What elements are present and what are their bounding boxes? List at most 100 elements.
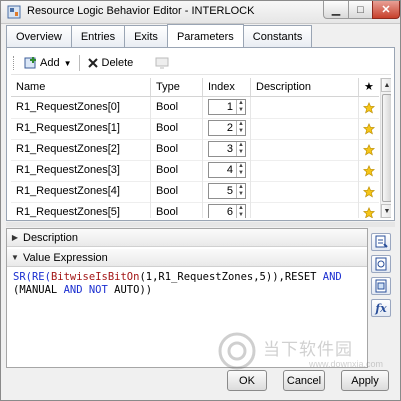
editor-window: Resource Logic Behavior Editor - INTERLO… bbox=[0, 0, 401, 401]
table-row[interactable]: R1_RequestZones[1] Bool 2 ▲ ▼ bbox=[11, 118, 379, 140]
parameters-panel: Add ▼ Delete Name Type Index Description… bbox=[6, 47, 395, 221]
param-type-cell[interactable]: Bool bbox=[151, 118, 203, 139]
stepper-arrows-icon[interactable]: ▲ ▼ bbox=[236, 100, 245, 114]
param-name-cell[interactable]: R1_RequestZones[2] bbox=[11, 139, 151, 160]
tab-parameters[interactable]: Parameters bbox=[166, 24, 244, 48]
scroll-thumb[interactable] bbox=[382, 94, 391, 202]
toolbar-grip[interactable] bbox=[13, 56, 17, 70]
expression-tools: fx bbox=[371, 233, 393, 321]
table-row[interactable]: R1_RequestZones[0] Bool 1 ▲ ▼ bbox=[11, 97, 379, 119]
delete-button[interactable]: Delete bbox=[84, 53, 137, 73]
star-icon[interactable] bbox=[359, 160, 379, 181]
tab-exits[interactable]: Exits bbox=[124, 25, 168, 47]
param-description-cell[interactable] bbox=[251, 160, 359, 181]
param-description-cell[interactable] bbox=[251, 118, 359, 139]
insert-signal-icon bbox=[375, 279, 387, 293]
param-name-cell[interactable]: R1_RequestZones[3] bbox=[11, 160, 151, 181]
stepper-arrows-icon[interactable]: ▲ ▼ bbox=[236, 142, 245, 156]
column-header-description[interactable]: Description bbox=[251, 78, 359, 96]
description-section-header[interactable]: ▶ Description bbox=[7, 229, 367, 247]
param-type-cell[interactable]: Bool bbox=[151, 97, 203, 118]
stepper-arrows-icon[interactable]: ▲ ▼ bbox=[236, 184, 245, 198]
tab-entries[interactable]: Entries bbox=[70, 25, 126, 47]
star-icon[interactable] bbox=[359, 139, 379, 160]
param-name-cell[interactable]: R1_RequestZones[5] bbox=[11, 202, 151, 218]
param-description-cell[interactable] bbox=[251, 97, 359, 118]
value-expression-section-header[interactable]: ▼ Value Expression bbox=[7, 249, 367, 267]
insert-variable-button[interactable] bbox=[371, 233, 391, 251]
table-row[interactable]: R1_RequestZones[3] Bool 4 ▲ ▼ bbox=[11, 160, 379, 182]
parameters-toolbar: Add ▼ Delete bbox=[11, 52, 391, 75]
expr-token-auto: AUTO)) bbox=[107, 284, 153, 296]
add-button[interactable]: Add ▼ bbox=[21, 53, 75, 73]
stepper-arrows-icon[interactable]: ▲ ▼ bbox=[236, 205, 245, 218]
pane-splitter[interactable] bbox=[6, 222, 395, 227]
column-header-index[interactable]: Index bbox=[203, 78, 251, 96]
grid-scrollbar[interactable]: ▲ ▼ bbox=[380, 78, 391, 218]
expr-token-and-not: AND NOT bbox=[63, 284, 108, 296]
stepper-arrows-icon[interactable]: ▲ ▼ bbox=[236, 121, 245, 135]
function-fx-icon: fx bbox=[375, 301, 387, 315]
param-description-cell[interactable] bbox=[251, 202, 359, 218]
tab-constants[interactable]: Constants bbox=[242, 25, 313, 47]
param-name-cell[interactable]: R1_RequestZones[1] bbox=[11, 118, 151, 139]
param-name-cell[interactable]: R1_RequestZones[0] bbox=[11, 97, 151, 118]
dropdown-arrow-icon[interactable]: ▼ bbox=[64, 59, 72, 68]
close-button[interactable]: ✕ bbox=[372, 1, 400, 19]
table-row[interactable]: R1_RequestZones[4] Bool 5 ▲ ▼ bbox=[11, 181, 379, 203]
maximize-button[interactable]: □ bbox=[348, 1, 373, 19]
star-icon[interactable] bbox=[359, 97, 379, 118]
index-stepper[interactable]: 2 ▲ ▼ bbox=[208, 120, 246, 136]
minimize-button[interactable]: ▁ bbox=[323, 1, 349, 19]
details-panel: ▶ Description ▼ Value Expression SR(RE(B… bbox=[6, 228, 368, 368]
param-description-cell[interactable] bbox=[251, 181, 359, 202]
parameters-grid: Name Type Index Description ★ R1_Request… bbox=[11, 78, 391, 218]
param-type-cell[interactable]: Bool bbox=[151, 181, 203, 202]
expand-icon[interactable]: ▶ bbox=[7, 233, 23, 242]
star-icon[interactable] bbox=[359, 118, 379, 139]
param-type-cell[interactable]: Bool bbox=[151, 202, 203, 218]
insert-variable-icon bbox=[375, 235, 388, 248]
ok-button[interactable]: OK bbox=[227, 370, 267, 391]
value-expression-editor[interactable]: SR(RE(BitwiseIsBitOn(1,R1_RequestZones,5… bbox=[13, 271, 363, 297]
scroll-up-icon[interactable]: ▲ bbox=[381, 78, 391, 92]
collapse-icon[interactable]: ▼ bbox=[7, 253, 23, 262]
expr-token-and: AND bbox=[322, 271, 342, 283]
star-icon[interactable] bbox=[359, 202, 379, 218]
index-stepper[interactable]: 3 ▲ ▼ bbox=[208, 141, 246, 157]
star-icon[interactable] bbox=[359, 181, 379, 202]
index-stepper[interactable]: 5 ▲ ▼ bbox=[208, 183, 246, 199]
index-stepper[interactable]: 1 ▲ ▼ bbox=[208, 99, 246, 115]
column-header-star[interactable]: ★ bbox=[359, 78, 379, 96]
expr-token-manual: (MANUAL bbox=[13, 284, 64, 296]
column-header-name[interactable]: Name bbox=[11, 78, 151, 96]
param-description-cell[interactable] bbox=[251, 139, 359, 160]
table-row[interactable]: R1_RequestZones[2] Bool 3 ▲ ▼ bbox=[11, 139, 379, 161]
param-type-cell[interactable]: Bool bbox=[151, 139, 203, 160]
cancel-button[interactable]: Cancel bbox=[283, 370, 325, 391]
index-value: 1 bbox=[226, 101, 233, 113]
param-name-cell[interactable]: R1_RequestZones[4] bbox=[11, 181, 151, 202]
insert-function-button[interactable]: fx bbox=[371, 299, 391, 317]
description-section-label: Description bbox=[23, 231, 79, 244]
minimize-icon: ▁ bbox=[331, 4, 341, 16]
table-row[interactable]: R1_RequestZones[5] Bool 6 ▲ ▼ bbox=[11, 202, 379, 218]
apply-button[interactable]: Apply bbox=[341, 370, 389, 391]
column-header-type[interactable]: Type bbox=[151, 78, 203, 96]
window-title: Resource Logic Behavior Editor - INTERLO… bbox=[27, 5, 255, 17]
disabled-toolbar-button[interactable] bbox=[152, 53, 172, 73]
param-index-cell: 6 ▲ ▼ bbox=[203, 202, 251, 218]
param-type-cell[interactable]: Bool bbox=[151, 160, 203, 181]
index-stepper[interactable]: 4 ▲ ▼ bbox=[208, 162, 246, 178]
param-index-cell: 3 ▲ ▼ bbox=[203, 139, 251, 160]
index-stepper[interactable]: 6 ▲ ▼ bbox=[208, 204, 246, 218]
insert-signal-button[interactable] bbox=[371, 277, 391, 295]
stepper-arrows-icon[interactable]: ▲ ▼ bbox=[236, 163, 245, 177]
delete-label: Delete bbox=[101, 57, 134, 69]
title-bar: Resource Logic Behavior Editor - INTERLO… bbox=[1, 1, 400, 24]
param-index-cell: 2 ▲ ▼ bbox=[203, 118, 251, 139]
expr-token-args: (1,R1_RequestZones,5)),RESET bbox=[139, 271, 323, 283]
insert-resource-button[interactable] bbox=[371, 255, 391, 273]
tab-overview[interactable]: Overview bbox=[6, 25, 72, 47]
scroll-down-icon[interactable]: ▼ bbox=[381, 204, 391, 218]
